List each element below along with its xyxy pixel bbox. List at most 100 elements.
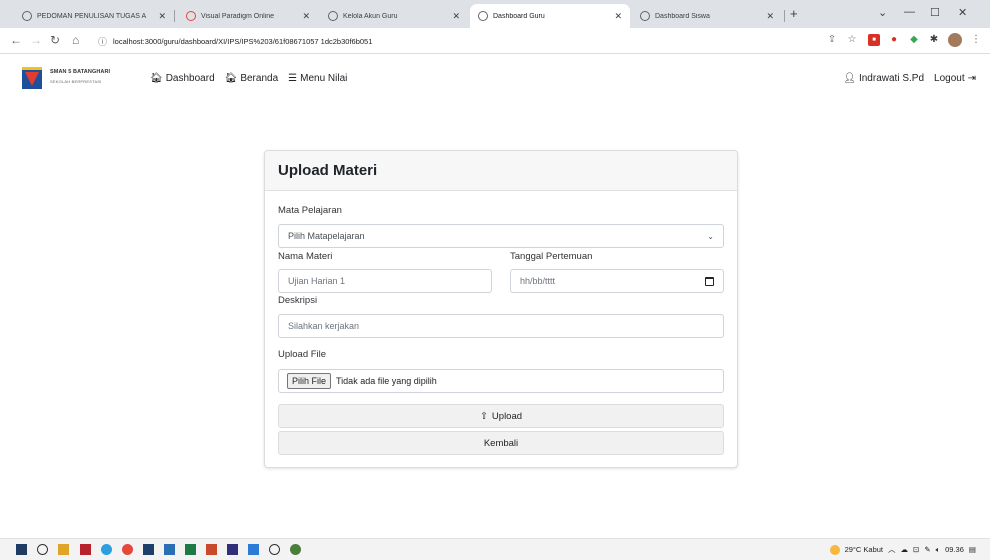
material-input[interactable]: Ujian Harian 1 <box>278 269 492 293</box>
pen-icon[interactable]: ✎ <box>924 545 930 554</box>
subject-label: Mata Pelajaran <box>278 205 342 216</box>
start-windows-icon[interactable] <box>16 544 27 555</box>
close-window-icon[interactable]: ✕ <box>958 6 967 19</box>
powerpoint-icon[interactable] <box>206 544 217 555</box>
extension-record-icon[interactable]: ● <box>888 34 900 46</box>
url-field[interactable]: ⓘ localhost:3000/guru/dashboard/XI/IPS/I… <box>98 31 804 51</box>
bookmark-star-icon[interactable]: ☆ <box>846 34 858 46</box>
tab-title: Kelola Akun Guru <box>343 12 398 20</box>
share-icon[interactable]: ⇪ <box>826 34 838 46</box>
browser-tab[interactable]: Kelola Akun Guru ✕ <box>320 4 468 28</box>
upload-button-label: Upload <box>491 410 523 422</box>
nav-beranda-link[interactable]: 🏠︎ Beranda <box>225 73 279 84</box>
sign-out-icon: ⇥ <box>967 73 976 84</box>
maximize-icon[interactable]: ☐ <box>930 6 940 19</box>
new-tab-icon[interactable]: + <box>790 6 798 21</box>
tab-title: Dashboard Siswa <box>655 12 710 20</box>
browser-tab[interactable]: PEDOMAN PENULISAN TUGAS A ✕ <box>14 4 174 28</box>
chevron-up-icon[interactable]: ︿ <box>888 544 896 555</box>
excel-icon[interactable] <box>185 544 196 555</box>
nav-dashboard-link[interactable]: 🏠︎ Dashboard <box>150 73 215 84</box>
system-tray: 29°C Kabut ︿ ☁ ⊡ ✎ 🔈︎ 09.36 ▤ <box>829 544 976 555</box>
back-button[interactable]: Kembali <box>278 431 724 455</box>
card-title: Upload Materi <box>265 151 737 191</box>
home-icon[interactable]: ⌂ <box>72 33 79 47</box>
nav-link-label: Menu Nilai <box>300 73 348 84</box>
tab-search-icon[interactable]: ⌄ <box>878 6 887 19</box>
close-tab-icon[interactable]: ✕ <box>452 11 460 22</box>
visual-paradigm-icon <box>186 11 196 21</box>
description-input[interactable]: Silahkan kerjakan <box>278 314 724 338</box>
reload-icon[interactable]: ↻ <box>50 33 60 47</box>
logout-link[interactable]: Logout ⇥ <box>934 73 976 84</box>
info-icon[interactable]: ⓘ <box>98 35 107 48</box>
profile-avatar[interactable] <box>948 33 962 47</box>
windows-taskbar: 29°C Kabut ︿ ☁ ⊡ ✎ 🔈︎ 09.36 ▤ <box>0 538 990 560</box>
desc-label: Deskripsi <box>278 295 318 306</box>
volume-icon[interactable]: 🔈︎ <box>936 545 941 555</box>
minimize-icon[interactable]: — <box>904 6 915 18</box>
cloud-icon[interactable]: ☁ <box>901 545 909 554</box>
extensions-puzzle-icon[interactable]: ✱ <box>928 34 940 46</box>
app-icon[interactable] <box>227 544 238 555</box>
chrome-icon[interactable] <box>122 544 133 555</box>
school-logo <box>22 67 42 89</box>
date-input[interactable]: hh/bb/tttt <box>510 269 724 293</box>
browser-tab[interactable]: Dashboard Siswa ✕ <box>632 4 782 28</box>
upload-button[interactable]: ⇧ Upload <box>278 404 724 428</box>
clock-time[interactable]: 09.36 <box>945 545 964 554</box>
user-profile-link[interactable]: 👤︎ Indrawati S.Pd <box>843 73 924 84</box>
nav-link-label: Dashboard <box>165 73 215 84</box>
address-bar: ← → ↻ ⌂ ⓘ localhost:3000/guru/dashboard/… <box>0 28 990 54</box>
file-status: Tidak ada file yang dipilih <box>336 376 437 386</box>
close-tab-icon[interactable]: ✕ <box>766 11 774 22</box>
home-icon: 🏠︎ <box>224 73 238 84</box>
nav-menu-nilai-link[interactable]: ☰ Menu Nilai <box>288 73 347 84</box>
vscode-icon[interactable] <box>248 544 259 555</box>
browser-tab-strip: PEDOMAN PENULISAN TUGAS A ✕ Visual Parad… <box>0 0 990 28</box>
forward-arrow-icon[interactable]: → <box>30 33 42 47</box>
desc-placeholder: Silahkan kerjakan <box>288 321 360 331</box>
extension-green-icon[interactable]: ◆ <box>908 34 920 46</box>
app-icon[interactable] <box>80 544 91 555</box>
date-label: Tanggal Pertemuan <box>510 251 593 262</box>
logout-label: Logout <box>934 73 965 84</box>
upload-materi-card: Upload Materi Mata Pelajaran Pilih Matap… <box>264 150 738 468</box>
app-icon[interactable] <box>269 544 280 555</box>
file-explorer-icon[interactable] <box>58 544 69 555</box>
outlook-icon[interactable] <box>164 544 175 555</box>
material-placeholder: Ujian Harian 1 <box>288 276 346 286</box>
weather-text[interactable]: 29°C Kabut <box>845 545 883 554</box>
close-tab-icon[interactable]: ✕ <box>302 11 310 22</box>
browser-tab[interactable]: Visual Paradigm Online ✕ <box>178 4 318 28</box>
notification-icon[interactable]: ▤ <box>969 545 976 554</box>
browser-tab-active[interactable]: Dashboard Guru ✕ <box>470 4 630 28</box>
school-slogan: SEKOLAH BERPRESTASI <box>50 79 102 84</box>
close-tab-icon[interactable]: ✕ <box>158 11 166 22</box>
calendar-icon[interactable] <box>705 276 714 286</box>
nav-link-label: Beranda <box>240 73 279 84</box>
nav-links: 🏠︎ Dashboard 🏠︎ Beranda ☰ Menu Nilai <box>150 73 347 84</box>
close-tab-icon[interactable]: ✕ <box>614 11 622 22</box>
file-input[interactable]: Pilih File Tidak ada file yang dipilih <box>278 369 724 393</box>
upload-icon: ⇧ <box>479 410 488 422</box>
file-label: Upload File <box>278 349 327 360</box>
extension-red-icon[interactable]: ■ <box>868 34 880 46</box>
back-arrow-icon[interactable]: ← <box>10 33 22 47</box>
subject-select[interactable]: Pilih Matapelajaran ⌄ <box>278 224 724 248</box>
kebab-menu-icon[interactable]: ⋮ <box>970 34 982 46</box>
menu-bars-icon: ☰ <box>288 73 298 84</box>
search-icon[interactable] <box>37 544 48 555</box>
tab-title: Visual Paradigm Online <box>201 12 275 20</box>
app-icon[interactable] <box>143 544 154 555</box>
edge-icon[interactable] <box>101 544 112 555</box>
choose-file-button[interactable]: Pilih File <box>287 373 332 389</box>
globe-icon <box>22 11 32 21</box>
tab-separator <box>784 10 785 22</box>
network-icon[interactable]: ⊡ <box>913 545 919 554</box>
tab-title: Dashboard Guru <box>493 12 545 20</box>
school-branding: SMAN 5 BATANGHARI SEKOLAH BERPRESTASI <box>50 69 110 84</box>
user-circle-icon: 👤︎ <box>843 73 856 84</box>
app-icon[interactable] <box>290 544 301 555</box>
user-name: Indrawati S.Pd <box>858 73 925 84</box>
